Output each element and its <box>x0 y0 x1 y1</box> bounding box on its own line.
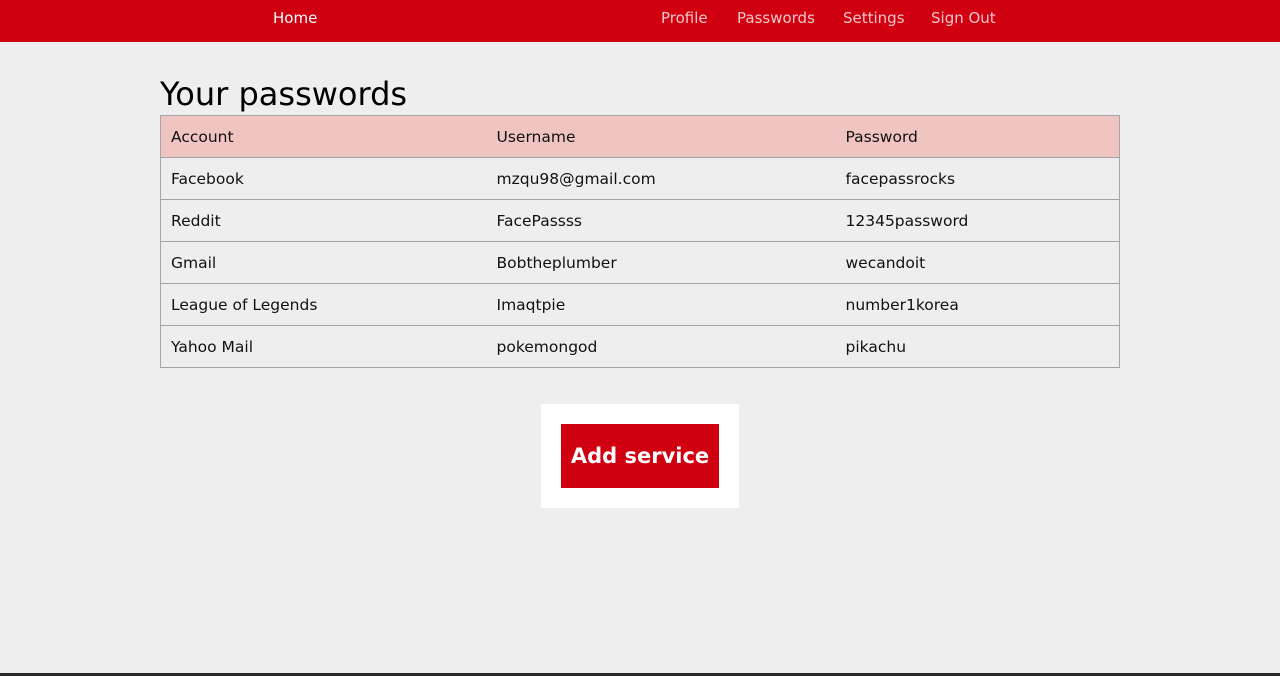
nav-sign-out-link[interactable]: Sign Out <box>931 0 996 37</box>
nav-settings-link[interactable]: Settings <box>843 0 905 37</box>
table-row: Facebook mzqu98@gmail.com facepassrocks <box>160 157 1120 200</box>
top-navbar: Home Profile Passwords Settings Sign Out <box>0 0 1280 42</box>
column-header-account: Account <box>160 115 487 158</box>
password-cell: facepassrocks <box>835 157 1120 200</box>
add-service-panel: Add service <box>541 404 739 508</box>
password-cell: 12345password <box>835 199 1120 242</box>
account-cell: League of Legends <box>160 283 487 326</box>
passwords-table: Account Username Password Facebook mzqu9… <box>160 115 1120 368</box>
column-header-password: Password <box>835 115 1120 158</box>
column-header-username: Username <box>486 115 836 158</box>
table-row: Gmail Bobtheplumber wecandoit <box>160 241 1120 284</box>
account-cell: Yahoo Mail <box>160 325 487 368</box>
nav-passwords-link[interactable]: Passwords <box>737 0 815 37</box>
account-cell: Gmail <box>160 241 487 284</box>
password-cell: pikachu <box>835 325 1120 368</box>
username-cell: Imaqtpie <box>486 283 836 326</box>
account-cell: Reddit <box>160 199 487 242</box>
table-row: League of Legends Imaqtpie number1korea <box>160 283 1120 326</box>
account-cell: Facebook <box>160 157 487 200</box>
page-title: Your passwords <box>160 75 408 113</box>
table-row: Yahoo Mail pokemongod pikachu <box>160 325 1120 368</box>
add-service-button[interactable]: Add service <box>561 424 719 488</box>
nav-home-link[interactable]: Home <box>273 0 317 37</box>
nav-profile-link[interactable]: Profile <box>661 0 708 37</box>
username-cell: mzqu98@gmail.com <box>486 157 836 200</box>
username-cell: Bobtheplumber <box>486 241 836 284</box>
username-cell: pokemongod <box>486 325 836 368</box>
table-header-row: Account Username Password <box>160 115 1120 158</box>
password-cell: number1korea <box>835 283 1120 326</box>
username-cell: FacePassss <box>486 199 836 242</box>
table-row: Reddit FacePassss 12345password <box>160 199 1120 242</box>
password-cell: wecandoit <box>835 241 1120 284</box>
